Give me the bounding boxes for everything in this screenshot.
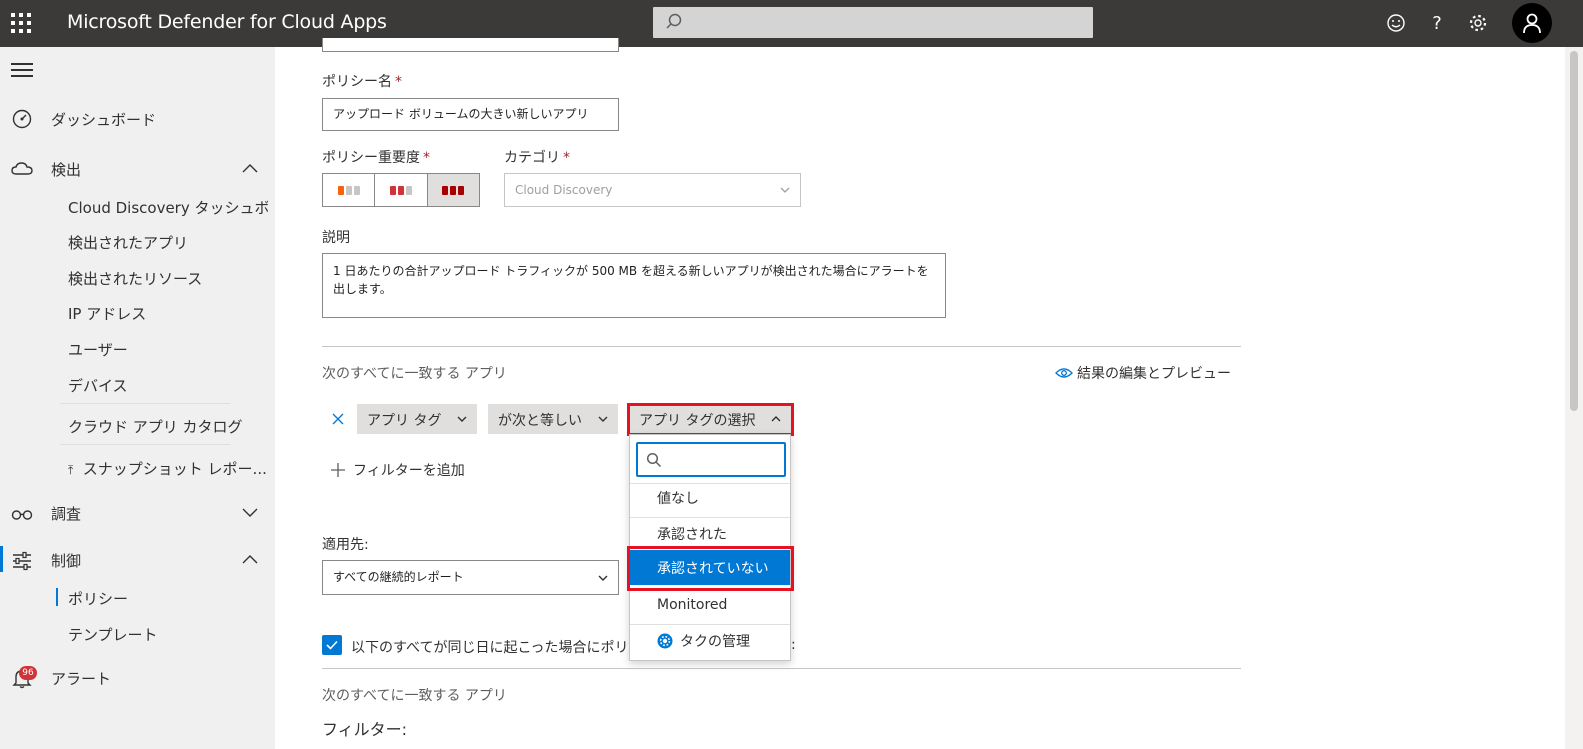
section-divider: [322, 668, 1241, 669]
dropdown-option-label: Monitored: [657, 597, 728, 613]
sidebar-sub-ip-addresses[interactable]: IP アドレス: [68, 303, 268, 333]
chevron-down-icon: [780, 187, 790, 193]
severity-medium-button[interactable]: [375, 174, 428, 206]
sidebar-item-label: 調査: [51, 505, 82, 523]
sidebar-sub-discovered-resources[interactable]: 検出されたリソース: [68, 268, 268, 298]
dropdown-option-label: 値なし: [657, 491, 699, 507]
settings-icon[interactable]: [1465, 10, 1491, 36]
alert-count-badge: 96: [19, 666, 37, 680]
sidebar-sub-label: スナップショット レポー...: [82, 460, 267, 478]
same-day-checkbox[interactable]: [322, 635, 342, 655]
apply-to-label: 適用先:: [322, 537, 369, 553]
help-icon[interactable]: ?: [1424, 10, 1450, 36]
manage-tags-button[interactable]: タクの管理: [630, 623, 790, 658]
policy-name-label: ポリシー名 *: [322, 74, 402, 90]
sidebar-item-label: アラート: [51, 670, 112, 688]
sidebar-item-label: 検出: [51, 161, 82, 179]
chevron-down-icon: [598, 575, 608, 581]
apply-to-value: すべての継続的レポート: [333, 570, 464, 584]
upload-icon: ⤒: [68, 463, 74, 477]
category-select[interactable]: Cloud Discovery: [504, 173, 801, 207]
severity-low-button[interactable]: [323, 174, 376, 206]
policy-name-input[interactable]: アップロード ボリュームの大きい新しいアプリ: [322, 98, 619, 131]
global-search-input[interactable]: [653, 7, 1093, 38]
dropdown-option-label: 承認された: [657, 527, 727, 543]
sidebar-item-control[interactable]: 制御: [0, 541, 275, 577]
cut-off-input-field[interactable]: [322, 38, 619, 52]
severity-selector: [322, 173, 480, 207]
divider: [60, 444, 230, 445]
sidebar-item-discovery[interactable]: 検出: [0, 150, 275, 186]
section-divider: [322, 346, 1241, 347]
dropdown-search-input[interactable]: [636, 442, 786, 477]
filter-operator-select[interactable]: が次と等しい: [488, 404, 618, 434]
sidebar: ダッシュボード 検出 Cloud Discovery タッシュボ... 検出され…: [0, 47, 275, 749]
chevron-up-icon: [242, 555, 258, 564]
dropdown-option-monitored[interactable]: Monitored: [630, 589, 790, 624]
smiley-icon[interactable]: [1383, 10, 1409, 36]
filter-operator-value: が次と等しい: [498, 413, 582, 429]
cloud-icon: [11, 162, 33, 175]
severity-high-button[interactable]: [427, 174, 479, 206]
sidebar-sub-snapshot-reports[interactable]: ⤒ スナップショット レポー...: [68, 458, 268, 488]
add-filter-label: フィルターを追加: [353, 463, 465, 479]
hamburger-menu-icon[interactable]: [11, 63, 33, 79]
sidebar-item-label: ダッシュボード: [51, 111, 157, 129]
sliders-icon: [13, 551, 31, 571]
manage-tags-label: タクの管理: [680, 634, 750, 650]
chevron-down-icon: [598, 416, 608, 422]
description-label: 説明: [322, 230, 350, 246]
sidebar-sub-cloud-app-catalog[interactable]: クラウド アプリ カタログ: [68, 416, 268, 446]
checkmark-icon: [326, 640, 338, 650]
severity-label: ポリシー重要度 *: [322, 150, 430, 166]
active-sub-indicator: [56, 588, 58, 606]
sidebar-sub-discovered-apps[interactable]: 検出されたアプリ: [68, 232, 268, 262]
chevron-up-icon: [242, 164, 258, 173]
description-textarea[interactable]: 1 日あたりの合計アップロード トラフィックが 500 MB を超える新しいアプ…: [322, 253, 946, 318]
remove-filter-icon[interactable]: [332, 413, 344, 425]
plus-icon: [331, 463, 345, 477]
sidebar-item-label: 制御: [51, 552, 82, 570]
add-filter-button[interactable]: フィルターを追加: [331, 460, 465, 480]
gear-icon: [657, 633, 673, 649]
divider: [60, 403, 230, 404]
same-day-label: 以下のすべてが同じ日に起こった場合にポリ: [351, 640, 629, 656]
sidebar-item-dashboard[interactable]: ダッシュボード: [0, 100, 275, 136]
app-title[interactable]: Microsoft Defender for Cloud Apps: [67, 11, 387, 33]
chevron-down-icon: [457, 416, 467, 422]
search-icon: [646, 452, 662, 468]
dashboard-icon: [12, 109, 32, 129]
edit-preview-link[interactable]: 結果の編集とプレビュー: [1055, 363, 1231, 383]
sidebar-sub-cloud-discovery-dashboard[interactable]: Cloud Discovery タッシュボ...: [68, 197, 268, 227]
apply-to-select[interactable]: すべての継続的レポート: [322, 560, 619, 595]
edit-preview-label: 結果の編集とプレビュー: [1077, 366, 1231, 382]
top-bar: Microsoft Defender for Cloud Apps ?: [0, 0, 1583, 47]
dropdown-option-no-value[interactable]: 値なし: [630, 480, 790, 515]
apps-match-label: 次のすべてに一致する アプリ: [322, 366, 507, 382]
apps-match-label-2: 次のすべてに一致する アプリ: [322, 688, 507, 704]
sidebar-sub-users[interactable]: ユーザー: [68, 339, 268, 369]
highlight-box: [627, 546, 794, 591]
scrollbar-thumb[interactable]: [1570, 51, 1578, 411]
search-icon: [666, 13, 682, 29]
highlight-box: [627, 403, 794, 436]
same-day-label-suffix: :: [791, 637, 796, 653]
filter-field-select[interactable]: アプリ タグ: [357, 404, 477, 434]
category-label: カテゴリ *: [504, 150, 570, 166]
vertical-scrollbar[interactable]: [1565, 47, 1583, 749]
sidebar-sub-policies[interactable]: ポリシー: [68, 588, 268, 618]
filter-field-value: アプリ タグ: [367, 413, 442, 429]
eye-icon: [1055, 368, 1073, 378]
glasses-icon: [11, 510, 33, 520]
waffle-icon[interactable]: [10, 12, 32, 34]
user-avatar-icon[interactable]: [1512, 3, 1552, 43]
category-select-value: Cloud Discovery: [515, 183, 613, 197]
sidebar-sub-templates[interactable]: テンプレート: [68, 624, 268, 654]
sidebar-item-alerts[interactable]: アラート: [0, 659, 275, 695]
sidebar-item-investigate[interactable]: 調査: [0, 494, 275, 530]
filters-label: フィルター:: [322, 720, 408, 739]
chevron-down-icon: [242, 508, 258, 517]
sidebar-sub-devices[interactable]: デバイス: [68, 375, 268, 405]
